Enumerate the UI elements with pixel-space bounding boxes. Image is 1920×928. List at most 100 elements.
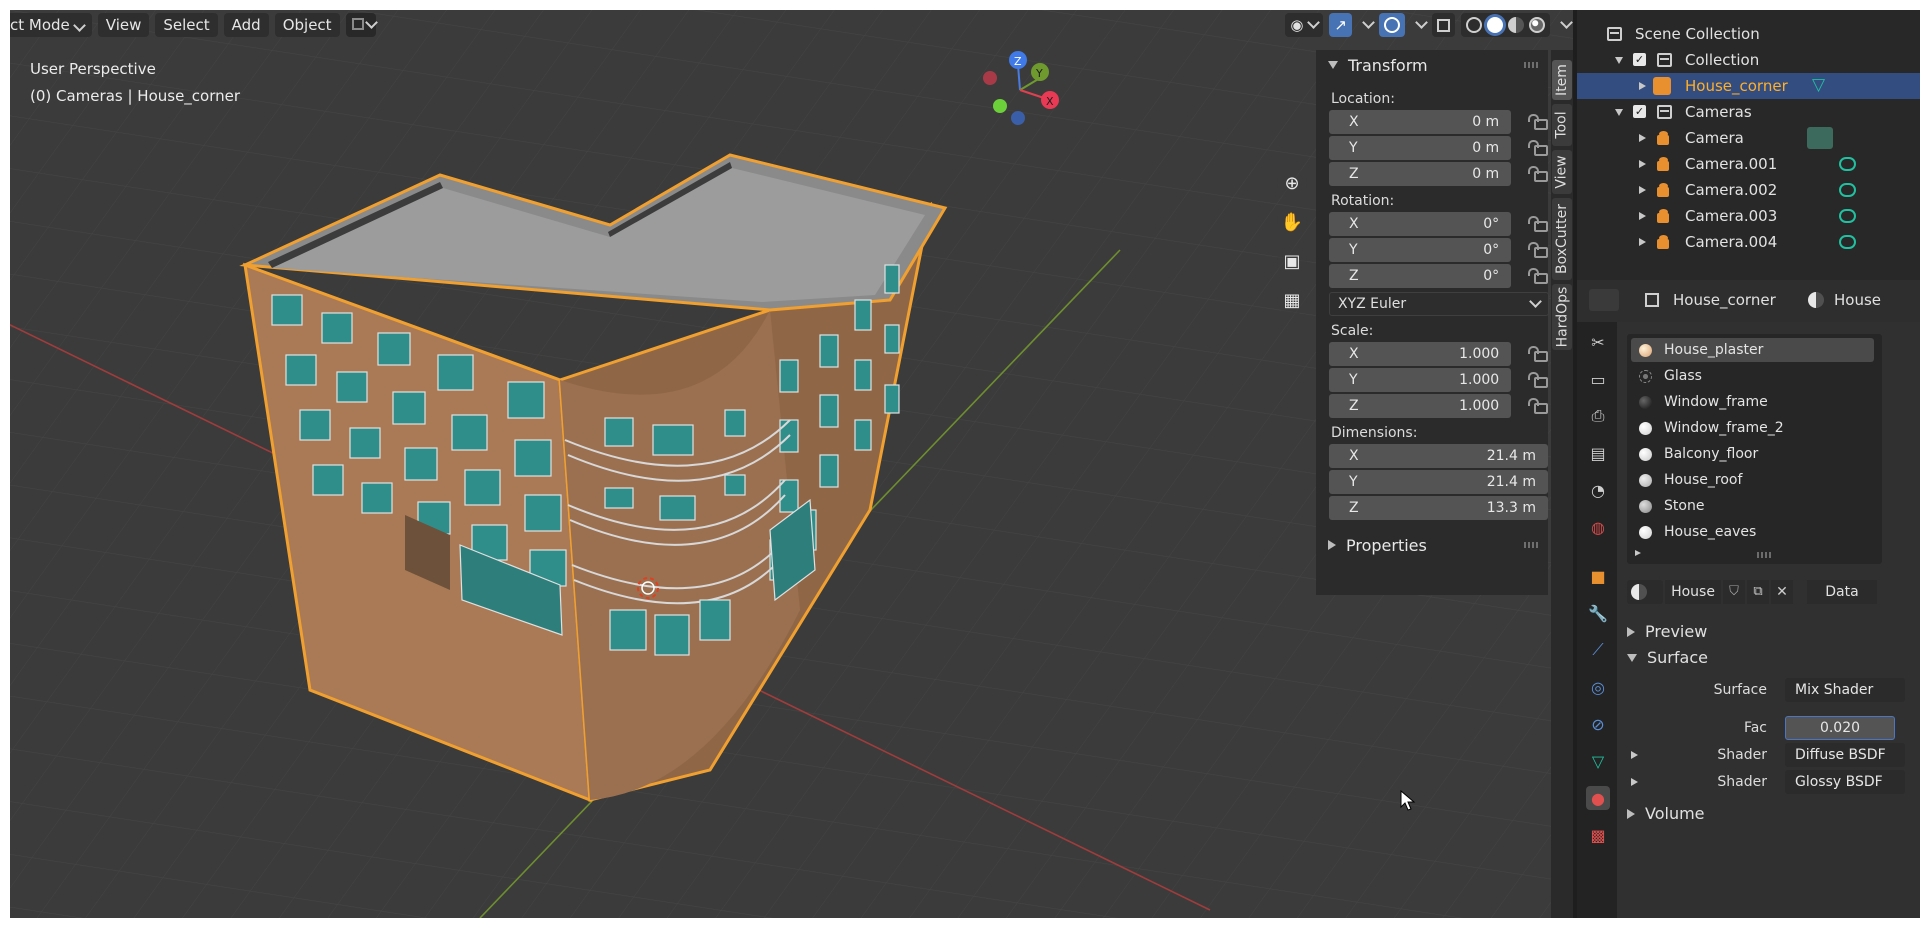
expand-closed-icon[interactable]: [1631, 751, 1638, 759]
material-slot[interactable]: House_roof: [1631, 468, 1874, 492]
render-tab-icon[interactable]: ▭: [1586, 367, 1610, 391]
duplicate-icon[interactable]: ⧉: [1747, 580, 1769, 604]
material-tab-icon[interactable]: ●: [1586, 786, 1610, 810]
dimensions-y-field[interactable]: Y 21.4 m: [1329, 470, 1548, 494]
lock-icon[interactable]: [1528, 139, 1548, 156]
expand-closed-icon[interactable]: [1639, 160, 1646, 168]
scale-z-field[interactable]: Z 1.000: [1329, 394, 1512, 418]
drag-grip-icon[interactable]: [1524, 62, 1538, 68]
overlays-toggle[interactable]: [1379, 13, 1405, 37]
menu-object[interactable]: Object: [274, 13, 340, 37]
lock-icon[interactable]: [1528, 215, 1548, 232]
expand-closed-icon[interactable]: [1639, 212, 1646, 220]
dimensions-x-field[interactable]: X 21.4 m: [1329, 444, 1548, 468]
material-slot[interactable]: Stone: [1631, 494, 1874, 518]
rotation-x-field[interactable]: X 0°: [1329, 212, 1512, 236]
tool-tab-icon[interactable]: ✂: [1586, 330, 1610, 354]
texture-tab-icon[interactable]: ▩: [1586, 823, 1610, 847]
outliner-scene-collection[interactable]: Scene Collection: [1577, 21, 1920, 47]
editor-type-dropdown[interactable]: [1589, 289, 1619, 311]
expand-open-icon[interactable]: [1615, 109, 1623, 116]
menu-select[interactable]: Select: [155, 13, 218, 37]
expand-closed-icon[interactable]: [1639, 134, 1646, 142]
output-tab-icon[interactable]: ⎙: [1586, 404, 1610, 428]
properties-panel-header[interactable]: Properties: [1316, 530, 1548, 560]
material-slot[interactable]: Balcony_floor: [1631, 442, 1874, 466]
fac-field[interactable]: 0.020: [1785, 716, 1895, 740]
material-slot[interactable]: Glass: [1631, 364, 1874, 388]
outliner-camera-4[interactable]: Camera.004: [1577, 229, 1920, 255]
visibility-dropdown[interactable]: ◉: [1285, 13, 1324, 37]
particles-tab-icon[interactable]: ⟋: [1586, 638, 1610, 662]
location-z-field[interactable]: Z 0 m: [1329, 162, 1512, 186]
modifier-tab-icon[interactable]: 🔧: [1586, 601, 1610, 625]
expand-closed-icon[interactable]: [1639, 238, 1646, 246]
constraints-tab-icon[interactable]: ⊘: [1586, 712, 1610, 736]
mesh-data-tab-icon[interactable]: ▽: [1586, 749, 1610, 773]
outliner-house-corner[interactable]: House_corner ▽: [1577, 73, 1920, 99]
material-browse-dropdown[interactable]: [1627, 580, 1663, 604]
menu-add[interactable]: Add: [223, 13, 269, 37]
zoom-icon[interactable]: ⊕: [1277, 168, 1307, 198]
lock-icon[interactable]: [1528, 397, 1548, 414]
tab-view[interactable]: View: [1552, 150, 1572, 194]
wireframe-shading-icon[interactable]: [1466, 17, 1482, 33]
physics-tab-icon[interactable]: ◎: [1586, 675, 1610, 699]
outliner-camera-3[interactable]: Camera.003: [1577, 203, 1920, 229]
material-slot[interactable]: House_plaster: [1631, 338, 1874, 362]
world-tab-icon[interactable]: ◍: [1586, 515, 1610, 539]
camera-view-icon[interactable]: ▣: [1277, 246, 1307, 276]
scene-tab-icon[interactable]: ◔: [1586, 478, 1610, 502]
transform-pivot-dropdown[interactable]: [345, 13, 378, 37]
preview-section-header[interactable]: Preview: [1627, 622, 1707, 641]
resize-grip-icon[interactable]: [1757, 552, 1771, 558]
material-slot[interactable]: Window_frame_2: [1631, 416, 1874, 440]
lock-icon[interactable]: [1528, 371, 1548, 388]
material-slot[interactable]: Window_frame: [1631, 390, 1874, 414]
location-x-field[interactable]: X 0 m: [1329, 110, 1512, 134]
menu-view[interactable]: View: [97, 13, 150, 37]
tab-hardops[interactable]: HardOps: [1552, 284, 1572, 350]
outliner-camera-1[interactable]: Camera.001: [1577, 151, 1920, 177]
gizmo-toggle[interactable]: ↗: [1329, 13, 1352, 37]
unlink-close-icon[interactable]: ✕: [1771, 580, 1793, 604]
hand-pan-icon[interactable]: ✋: [1277, 207, 1307, 237]
chevron-down-icon[interactable]: [1560, 15, 1573, 29]
fake-user-shield-icon[interactable]: ⛉: [1723, 580, 1745, 604]
checkbox-checked-icon[interactable]: ✓: [1633, 105, 1646, 118]
outliner-collection[interactable]: ✓ Collection: [1577, 47, 1920, 73]
mode-dropdown[interactable]: ct Mode: [10, 13, 92, 37]
dimensions-z-field[interactable]: Z 13.3 m: [1329, 496, 1548, 520]
expand-closed-icon[interactable]: [1635, 550, 1641, 556]
scale-y-field[interactable]: Y 1.000: [1329, 368, 1512, 392]
drag-grip-icon[interactable]: [1524, 542, 1538, 548]
checkbox-checked-icon[interactable]: ✓: [1633, 53, 1646, 66]
material-slot[interactable]: House_eaves: [1631, 520, 1874, 544]
surface-section-header[interactable]: Surface: [1627, 648, 1708, 667]
tab-boxcutter[interactable]: BoxCutter: [1552, 198, 1572, 280]
volume-section-header[interactable]: Volume: [1627, 804, 1705, 823]
material-name-field[interactable]: House: [1665, 580, 1721, 604]
lock-icon[interactable]: [1528, 267, 1548, 284]
lock-icon[interactable]: [1528, 241, 1548, 258]
surface-shader-dropdown[interactable]: Mix Shader: [1785, 678, 1905, 702]
link-data-dropdown[interactable]: Data: [1807, 580, 1877, 604]
xray-toggle[interactable]: [1432, 13, 1455, 37]
outliner-camera-0[interactable]: Camera: [1577, 125, 1920, 151]
grid-perspective-icon[interactable]: ▦: [1277, 285, 1307, 315]
material-shading-icon[interactable]: [1508, 17, 1524, 33]
3d-viewport[interactable]: Z Y X ct Mode View Select Add Object ◉ ↗: [10, 10, 1573, 918]
outliner-camera-2[interactable]: Camera.002: [1577, 177, 1920, 203]
expand-open-icon[interactable]: [1615, 57, 1623, 64]
outliner-cameras-collection[interactable]: ✓ Cameras: [1577, 99, 1920, 125]
transform-panel-header[interactable]: Transform: [1316, 50, 1548, 80]
tab-item[interactable]: Item: [1552, 60, 1572, 100]
object-tab-icon[interactable]: ■: [1586, 564, 1610, 588]
lock-icon[interactable]: [1528, 165, 1548, 182]
solid-shading-icon[interactable]: [1487, 17, 1503, 33]
chevron-down-icon[interactable]: [1415, 15, 1428, 29]
expand-closed-icon[interactable]: [1631, 778, 1638, 786]
scale-x-field[interactable]: X 1.000: [1329, 342, 1512, 366]
chevron-down-icon[interactable]: [1362, 15, 1375, 29]
expand-closed-icon[interactable]: [1639, 186, 1646, 194]
